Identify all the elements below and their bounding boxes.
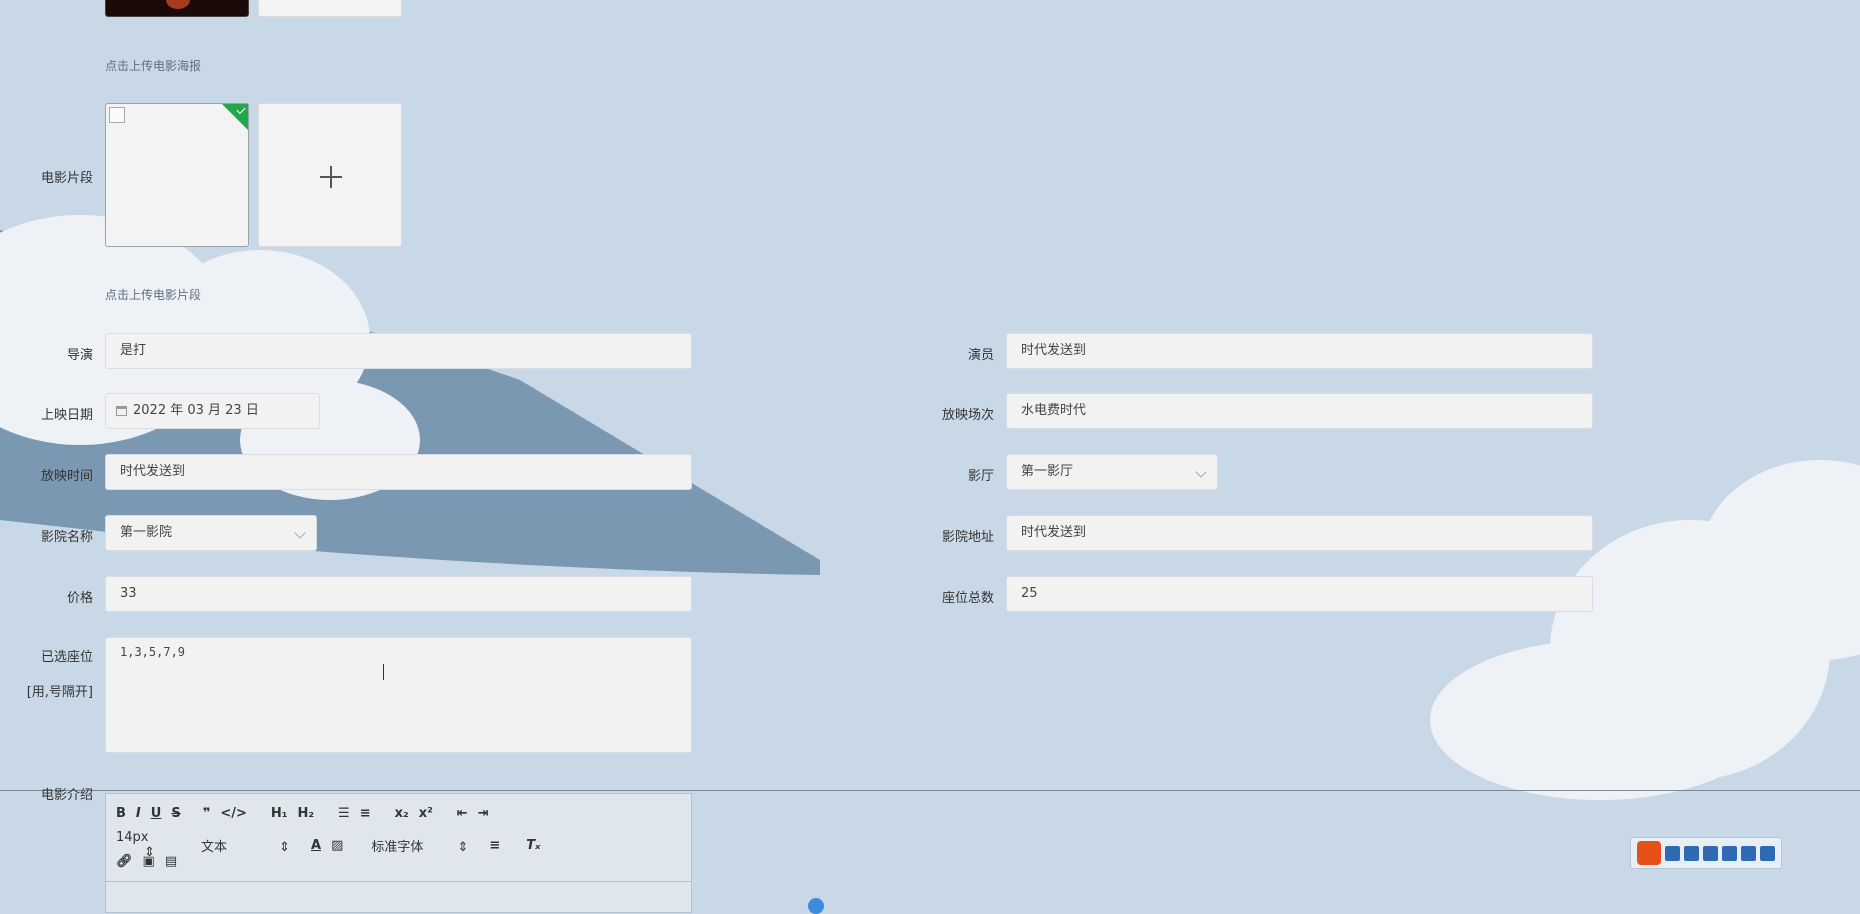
font-family-select[interactable]: 标准字体 ⇕ bbox=[371, 836, 479, 855]
keyboard-icon[interactable] bbox=[1722, 845, 1737, 861]
chevron-down-icon bbox=[1195, 466, 1207, 478]
calendar-icon bbox=[116, 405, 127, 416]
cinema-address-input[interactable]: 时代发送到 bbox=[1006, 515, 1593, 551]
poster-upload-tile[interactable] bbox=[258, 0, 402, 17]
ordered-list-icon[interactable]: ☰ bbox=[338, 806, 350, 821]
font-family-value: 标准字体 bbox=[371, 839, 424, 855]
chinese-mode-icon[interactable] bbox=[1665, 845, 1680, 861]
actors-label: 演员 bbox=[967, 348, 994, 363]
poster-upload-hint: 点击上传电影海报 bbox=[105, 59, 202, 73]
ime-toolbar[interactable] bbox=[1630, 837, 1782, 869]
rich-text-editor[interactable]: B I U S ❞ </> H₁ H₂ ☰ ≡ x₂ x² ⇤ ⇥ 14px ⇕… bbox=[105, 793, 692, 913]
director-label: 导演 bbox=[66, 348, 93, 363]
block-type-value: 文本 bbox=[201, 839, 228, 855]
release-date-picker[interactable]: 2022 年 03 月 23 日 bbox=[105, 393, 320, 429]
cinema-name-label: 影院名称 bbox=[40, 530, 93, 545]
poster-thumbnail[interactable] bbox=[105, 0, 249, 17]
h2-button[interactable]: H₂ bbox=[297, 806, 314, 821]
clear-format-icon[interactable]: Tₓ bbox=[526, 838, 540, 853]
clip-upload-tile[interactable] bbox=[258, 103, 402, 247]
updown-icon: ⇕ bbox=[457, 839, 469, 855]
chevron-down-icon bbox=[294, 527, 306, 539]
total-seats-input[interactable]: 25 bbox=[1006, 576, 1593, 612]
code-icon[interactable]: </> bbox=[220, 806, 247, 821]
text-cursor-icon bbox=[383, 664, 386, 680]
screening-session-label: 放映场次 bbox=[941, 408, 994, 423]
screening-time-label: 放映时间 bbox=[40, 469, 93, 484]
italic-button[interactable]: I bbox=[136, 806, 141, 821]
clip-upload-hint: 点击上传电影片段 bbox=[105, 288, 202, 302]
cinema-name-select[interactable]: 第一影院 bbox=[105, 515, 317, 551]
clip-thumbnail[interactable] bbox=[105, 103, 249, 247]
price-input[interactable]: 33 bbox=[105, 576, 692, 612]
toolbox-icon[interactable] bbox=[1760, 845, 1775, 861]
intro-label: 电影介绍 bbox=[40, 788, 93, 803]
selected-seats-sublabel: [用,号隔开] bbox=[26, 685, 93, 700]
block-type-select[interactable]: 文本 ⇕ bbox=[201, 836, 301, 855]
release-date-value: 2022 年 03 月 23 日 bbox=[133, 403, 259, 418]
strikethrough-button[interactable]: S bbox=[171, 806, 180, 821]
price-label: 价格 bbox=[66, 591, 93, 606]
h1-button[interactable]: H₁ bbox=[271, 806, 288, 821]
hall-label: 影厅 bbox=[967, 469, 994, 484]
bullet-list-icon[interactable]: ≡ bbox=[360, 806, 371, 821]
font-size-value: 14px bbox=[116, 830, 149, 845]
blockquote-icon[interactable]: ❞ bbox=[203, 806, 211, 821]
screening-time-input[interactable]: 时代发送到 bbox=[105, 454, 692, 490]
section-divider bbox=[0, 790, 1860, 791]
screening-session-input[interactable]: 水电费时代 bbox=[1006, 393, 1593, 429]
text-color-icon[interactable]: A bbox=[311, 838, 321, 853]
scroll-indicator bbox=[808, 898, 824, 914]
editor-toolbar-divider bbox=[106, 881, 691, 882]
hall-select-value: 第一影厅 bbox=[1021, 464, 1074, 479]
subscript-button[interactable]: x₂ bbox=[395, 806, 409, 821]
director-input[interactable]: 是打 bbox=[105, 333, 692, 369]
align-icon[interactable]: ≡ bbox=[489, 838, 500, 853]
skin-icon[interactable] bbox=[1741, 845, 1756, 861]
poster-thumbnail-image bbox=[166, 0, 190, 9]
hall-select[interactable]: 第一影厅 bbox=[1006, 454, 1218, 490]
background-color-icon[interactable]: ▨ bbox=[331, 838, 343, 853]
outdent-icon[interactable]: ⇤ bbox=[457, 806, 468, 821]
broken-image-icon bbox=[109, 107, 125, 123]
updown-icon: ⇕ bbox=[279, 839, 291, 855]
video-icon[interactable]: ▤ bbox=[165, 854, 177, 869]
sogou-logo-icon bbox=[1637, 841, 1661, 865]
superscript-button[interactable]: x² bbox=[419, 806, 433, 821]
release-date-label: 上映日期 bbox=[40, 408, 93, 423]
image-icon[interactable]: ▣ bbox=[143, 854, 155, 869]
actors-input[interactable]: 时代发送到 bbox=[1006, 333, 1593, 369]
bold-button[interactable]: B bbox=[116, 806, 126, 821]
underline-button[interactable]: U bbox=[151, 806, 162, 821]
selected-seats-textarea[interactable]: 1,3,5,7,9 bbox=[105, 637, 692, 753]
indent-icon[interactable]: ⇥ bbox=[478, 806, 489, 821]
clip-label: 电影片段 bbox=[40, 171, 93, 186]
cinema-name-value: 第一影院 bbox=[120, 525, 173, 540]
total-seats-label: 座位总数 bbox=[941, 591, 994, 606]
link-icon[interactable]: 🔗︎ bbox=[116, 854, 133, 869]
plus-icon-vertical bbox=[330, 166, 332, 188]
microphone-icon[interactable] bbox=[1703, 845, 1718, 861]
selected-seats-label: 已选座位 bbox=[40, 650, 93, 665]
cinema-address-label: 影院地址 bbox=[941, 530, 994, 545]
punctuation-icon[interactable] bbox=[1684, 845, 1699, 861]
